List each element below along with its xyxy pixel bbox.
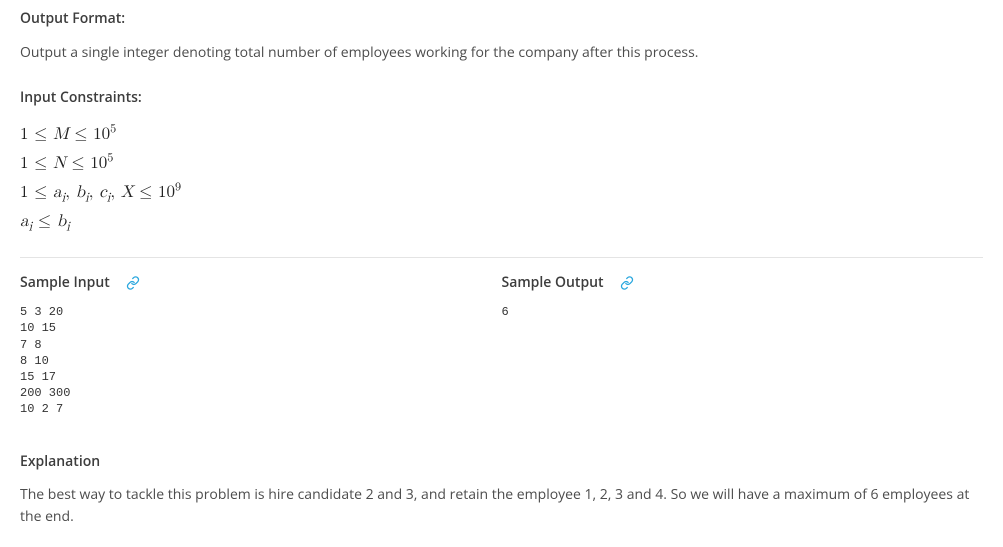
sample-output-header: Sample Output — [502, 272, 984, 294]
sample-section: Sample Input 5 3 20 10 15 7 8 8 10 15 17… — [20, 272, 983, 444]
constraints-block: 1 ≤ M ≤ 105 1 ≤ N ≤ 105 1 ≤ ai, bi, ci, … — [20, 121, 983, 237]
sample-input-col: Sample Input 5 3 20 10 15 7 8 8 10 15 17… — [20, 272, 502, 444]
sample-output-col: Sample Output 6 — [502, 272, 984, 444]
explanation-text: The best way to tackle this problem is h… — [20, 484, 983, 527]
explanation-heading: Explanation — [20, 451, 983, 473]
sample-input-header: Sample Input — [20, 272, 502, 294]
input-constraints-heading: Input Constraints: — [20, 87, 983, 109]
divider — [20, 257, 983, 258]
constraint-line: 1 ≤ ai, bi, ci, X ≤ 109 — [20, 179, 983, 208]
constraint-line: 1 ≤ N ≤ 105 — [20, 150, 983, 179]
sample-output-content: 6 — [502, 304, 984, 320]
link-icon[interactable] — [620, 276, 634, 290]
constraint-line: 1 ≤ M ≤ 105 — [20, 121, 983, 150]
input-constraints-section: Input Constraints: 1 ≤ M ≤ 105 1 ≤ N ≤ 1… — [20, 87, 983, 237]
sample-output-label: Sample Output — [502, 272, 604, 294]
constraint-line: ai ≤ bi — [20, 208, 983, 237]
link-icon[interactable] — [126, 276, 140, 290]
explanation-section: Explanation The best way to tackle this … — [20, 451, 983, 527]
sample-input-content: 5 3 20 10 15 7 8 8 10 15 17 200 300 10 2… — [20, 304, 502, 417]
output-format-section: Output Format: Output a single integer d… — [20, 8, 983, 65]
output-format-text: Output a single integer denoting total n… — [20, 42, 983, 64]
sample-input-label: Sample Input — [20, 272, 110, 294]
output-format-heading: Output Format: — [20, 8, 983, 30]
